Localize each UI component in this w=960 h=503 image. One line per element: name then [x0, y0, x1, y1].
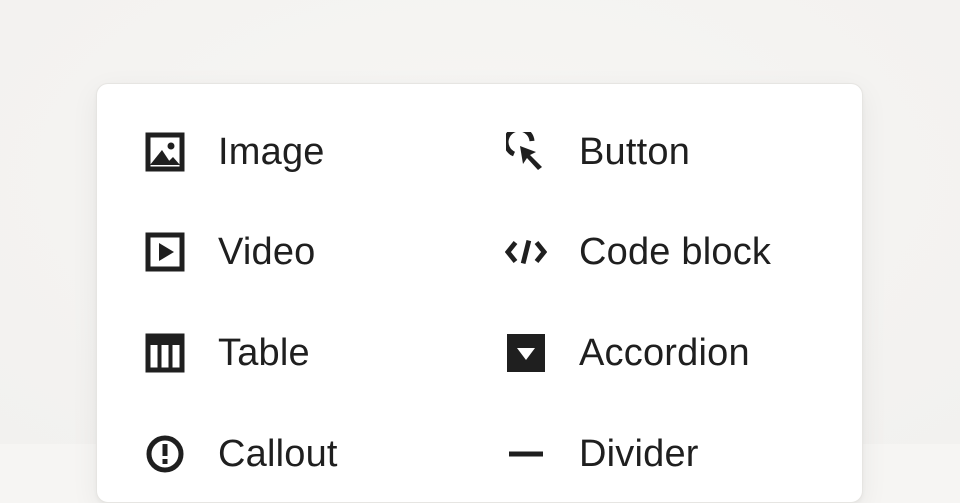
- table-icon: [144, 332, 186, 374]
- callout-icon: [144, 433, 186, 475]
- menu-item-label: Image: [218, 131, 325, 173]
- menu-item-accordion[interactable]: Accordion: [505, 323, 835, 383]
- accordion-icon: [505, 332, 547, 374]
- menu-item-callout[interactable]: Callout: [144, 424, 474, 484]
- cursor-click-icon: [505, 131, 547, 173]
- menu-item-label: Divider: [579, 433, 699, 475]
- menu-item-label: Code block: [579, 231, 772, 273]
- menu-item-label: Button: [579, 131, 691, 173]
- video-play-icon: [144, 231, 186, 273]
- menu-item-divider[interactable]: Divider: [505, 424, 835, 484]
- menu-item-button[interactable]: Button: [505, 122, 835, 182]
- insert-block-menu: Image Button Video Code block Table Acco…: [96, 83, 863, 503]
- image-icon: [144, 131, 186, 173]
- menu-item-video[interactable]: Video: [144, 222, 474, 282]
- code-icon: [505, 231, 547, 273]
- menu-item-label: Accordion: [579, 332, 750, 374]
- menu-item-label: Video: [218, 231, 316, 273]
- menu-item-image[interactable]: Image: [144, 122, 474, 182]
- menu-item-label: Callout: [218, 433, 338, 475]
- menu-item-code-block[interactable]: Code block: [505, 222, 835, 282]
- menu-item-label: Table: [218, 332, 310, 374]
- divider-icon: [505, 433, 547, 475]
- menu-item-table[interactable]: Table: [144, 323, 474, 383]
